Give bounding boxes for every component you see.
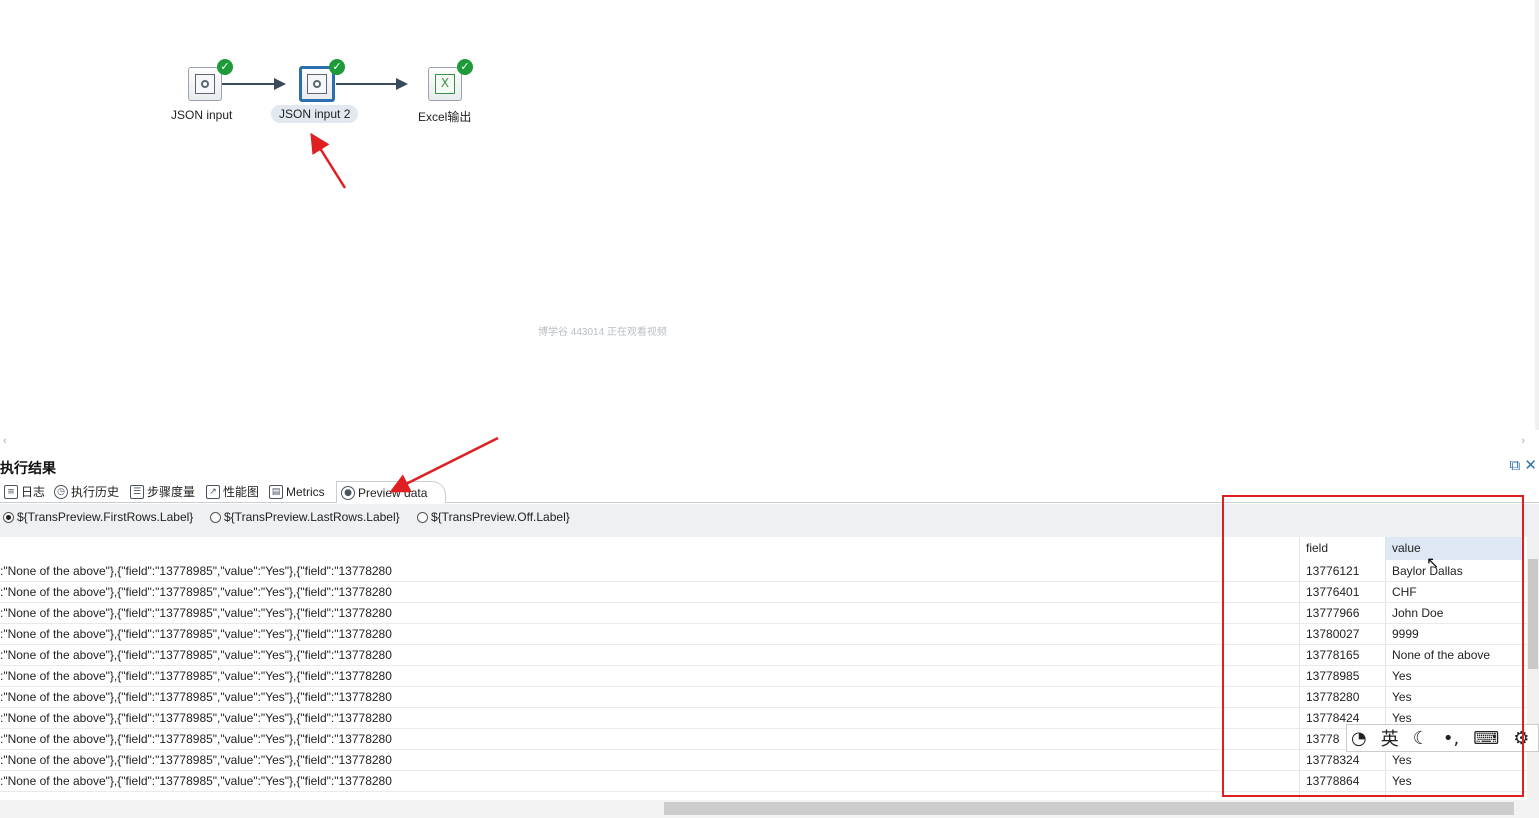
app-window: ✓ JSON input ✓ JSON input 2 X ✓ Excel输出 … — [0, 0, 1539, 818]
mouse-cursor-icon: ↖ — [1426, 553, 1440, 572]
annotation-arrow — [310, 132, 347, 189]
annotation-arrow — [389, 436, 499, 493]
annotation-arrows — [310, 132, 499, 493]
